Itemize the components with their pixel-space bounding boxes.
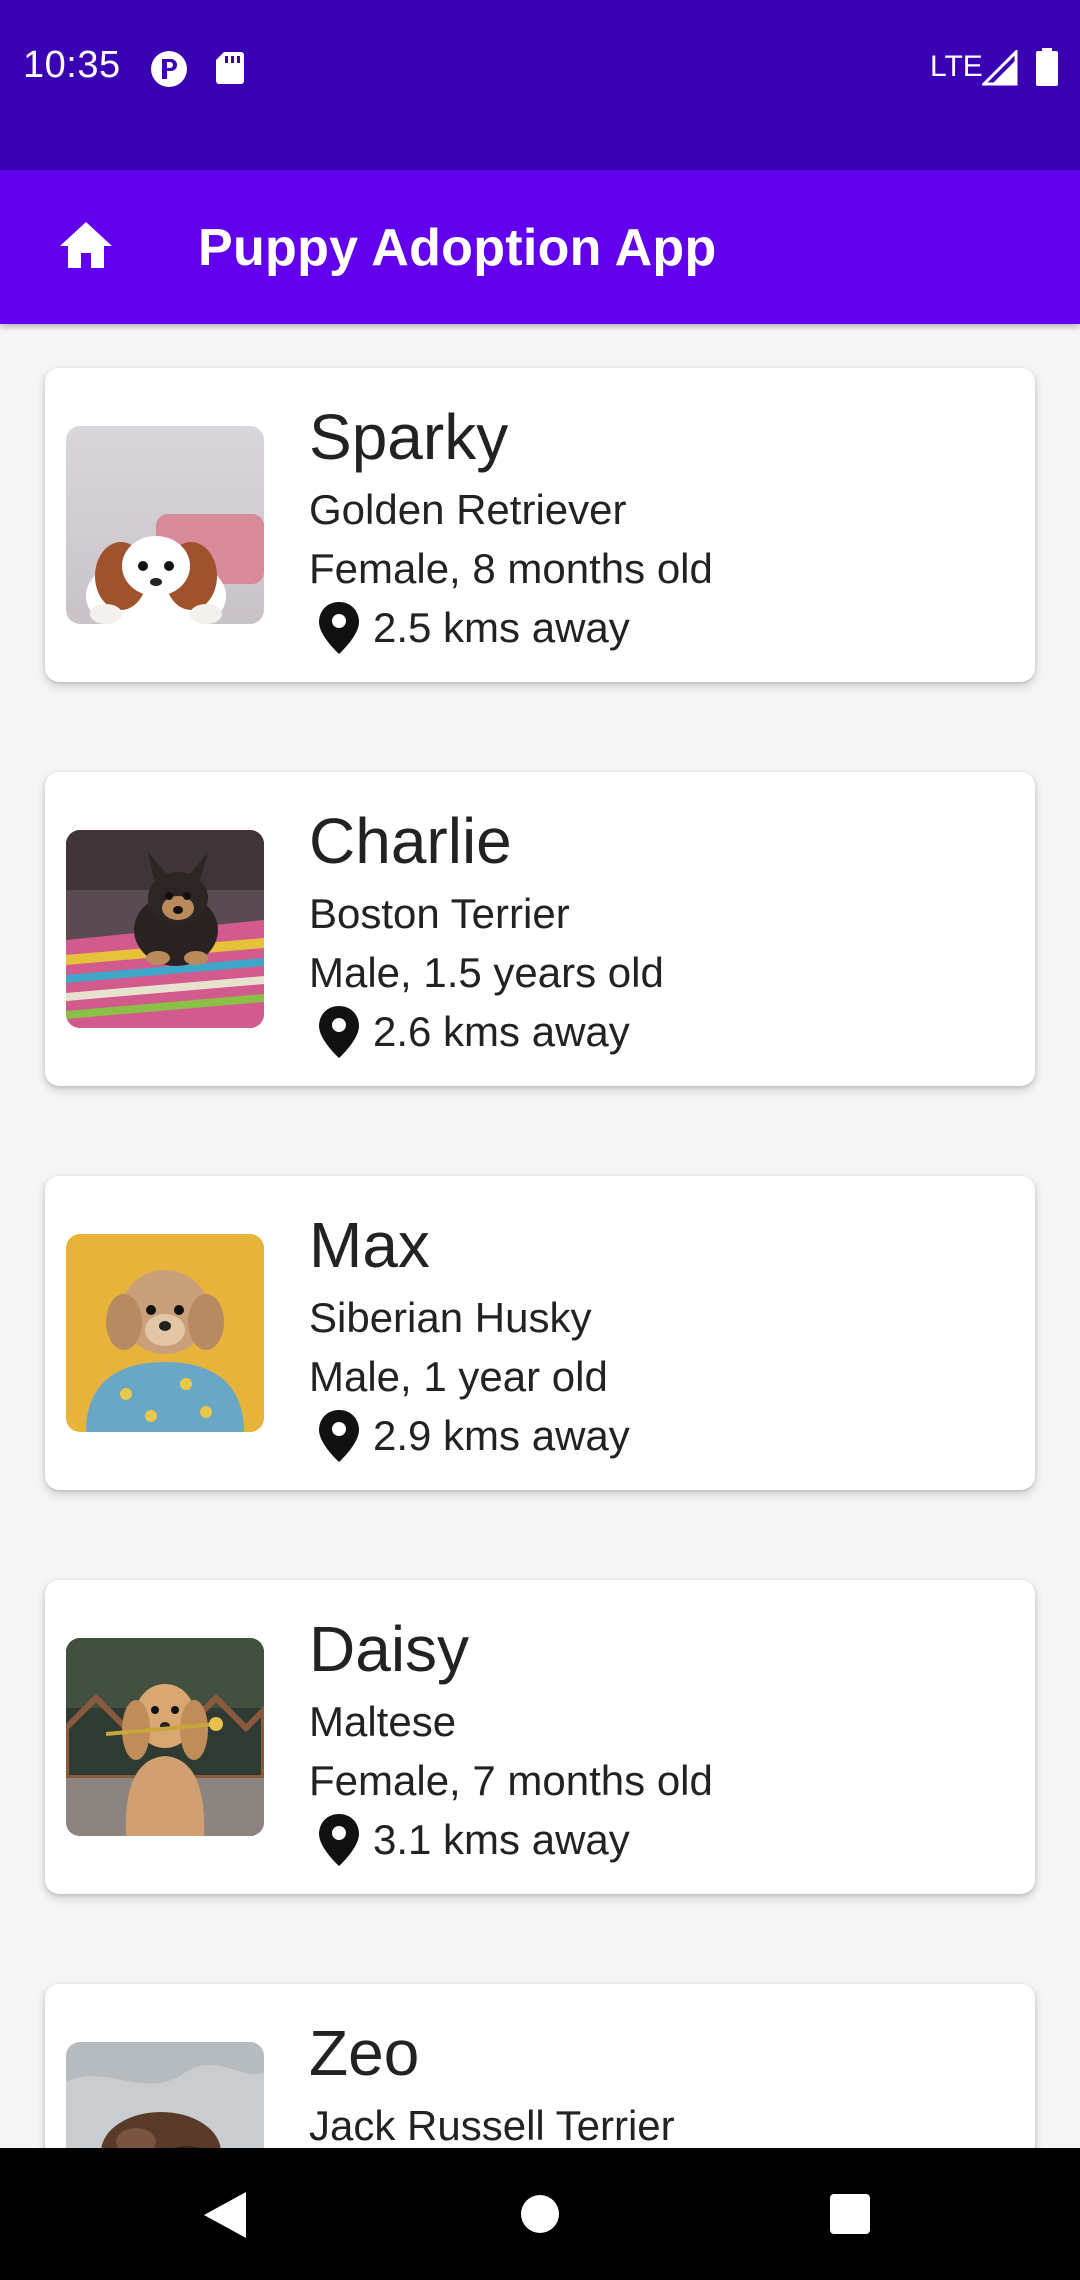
- system-nav-bar: [0, 2148, 1080, 2280]
- signal-icon: [982, 50, 1018, 86]
- home-icon[interactable]: [58, 220, 114, 270]
- puppy-breed: Maltese: [309, 1698, 457, 1745]
- puppy-name: Daisy: [309, 1613, 470, 1685]
- screen: 10:35 LTE Puppy Adoption App Sparky Gold…: [0, 0, 1080, 2280]
- puppy-list[interactable]: Sparky Golden Retriever Female, 8 months…: [0, 324, 1080, 2148]
- puppy-card[interactable]: Daisy Maltese Female, 7 months old 3.1 k…: [45, 1580, 1035, 1894]
- puppy-distance: 2.6 kms away: [373, 1008, 630, 1055]
- puppy-name: Sparky: [309, 401, 509, 473]
- puppy-breed: Boston Terrier: [309, 890, 570, 937]
- app-bar: Puppy Adoption App: [0, 170, 1080, 324]
- status-network: LTE: [930, 50, 983, 83]
- puppy-info: Male, 1 year old: [309, 1353, 608, 1400]
- puppy-photo-sleeping-icon: [66, 2042, 264, 2148]
- location-pin-icon: [319, 1006, 359, 1058]
- puppy-location: 3.1 kms away: [317, 1812, 630, 1868]
- puppy-distance: 3.1 kms away: [373, 1816, 630, 1863]
- puppy-name: Max: [309, 1209, 430, 1281]
- puppy-photo: [66, 1234, 264, 1432]
- puppy-info: Male, 1.5 years old: [309, 949, 664, 996]
- app-title: Puppy Adoption App: [198, 219, 717, 277]
- puppy-name: Charlie: [309, 805, 512, 877]
- puppy-info: Female, 8 months old: [309, 545, 713, 592]
- puppy-location: 2.9 kms away: [317, 1408, 630, 1464]
- app-p-icon: [151, 51, 187, 87]
- status-time: 10:35: [23, 44, 121, 86]
- puppy-photo-spaniel-icon: [66, 426, 264, 624]
- location-pin-icon: [319, 602, 359, 654]
- back-icon[interactable]: [202, 2190, 248, 2240]
- puppy-photo: [66, 426, 264, 624]
- location-pin-icon: [319, 1410, 359, 1462]
- puppy-photo: [66, 2042, 264, 2148]
- puppy-card[interactable]: Zeo Jack Russell Terrier: [45, 1984, 1035, 2148]
- puppy-card[interactable]: Charlie Boston Terrier Male, 1.5 years o…: [45, 772, 1035, 1086]
- puppy-card[interactable]: Sparky Golden Retriever Female, 8 months…: [45, 368, 1035, 682]
- puppy-photo: [66, 830, 264, 1028]
- puppy-breed: Siberian Husky: [309, 1294, 592, 1341]
- puppy-location: 2.6 kms away: [317, 1004, 630, 1060]
- puppy-breed: Jack Russell Terrier: [309, 2102, 675, 2148]
- puppy-card[interactable]: Max Siberian Husky Male, 1 year old 2.9 …: [45, 1176, 1035, 1490]
- puppy-distance: 2.9 kms away: [373, 1412, 630, 1459]
- puppy-breed: Golden Retriever: [309, 486, 627, 533]
- puppy-name: Zeo: [309, 2017, 420, 2089]
- puppy-photo: [66, 1638, 264, 1836]
- location-pin-icon: [319, 1814, 359, 1866]
- puppy-distance: 2.5 kms away: [373, 604, 630, 651]
- puppy-photo-yorkie-icon: [66, 830, 264, 1028]
- puppy-photo-retriever-icon: [66, 1638, 264, 1836]
- home-circle-icon[interactable]: [520, 2194, 560, 2234]
- sd-card-icon: [216, 52, 244, 84]
- battery-icon: [1036, 48, 1058, 86]
- recents-icon[interactable]: [829, 2193, 871, 2235]
- puppy-info: Female, 7 months old: [309, 1757, 713, 1804]
- status-bar: 10:35 LTE: [0, 0, 1080, 170]
- puppy-photo-poodle-icon: [66, 1234, 264, 1432]
- puppy-location: 2.5 kms away: [317, 600, 630, 656]
